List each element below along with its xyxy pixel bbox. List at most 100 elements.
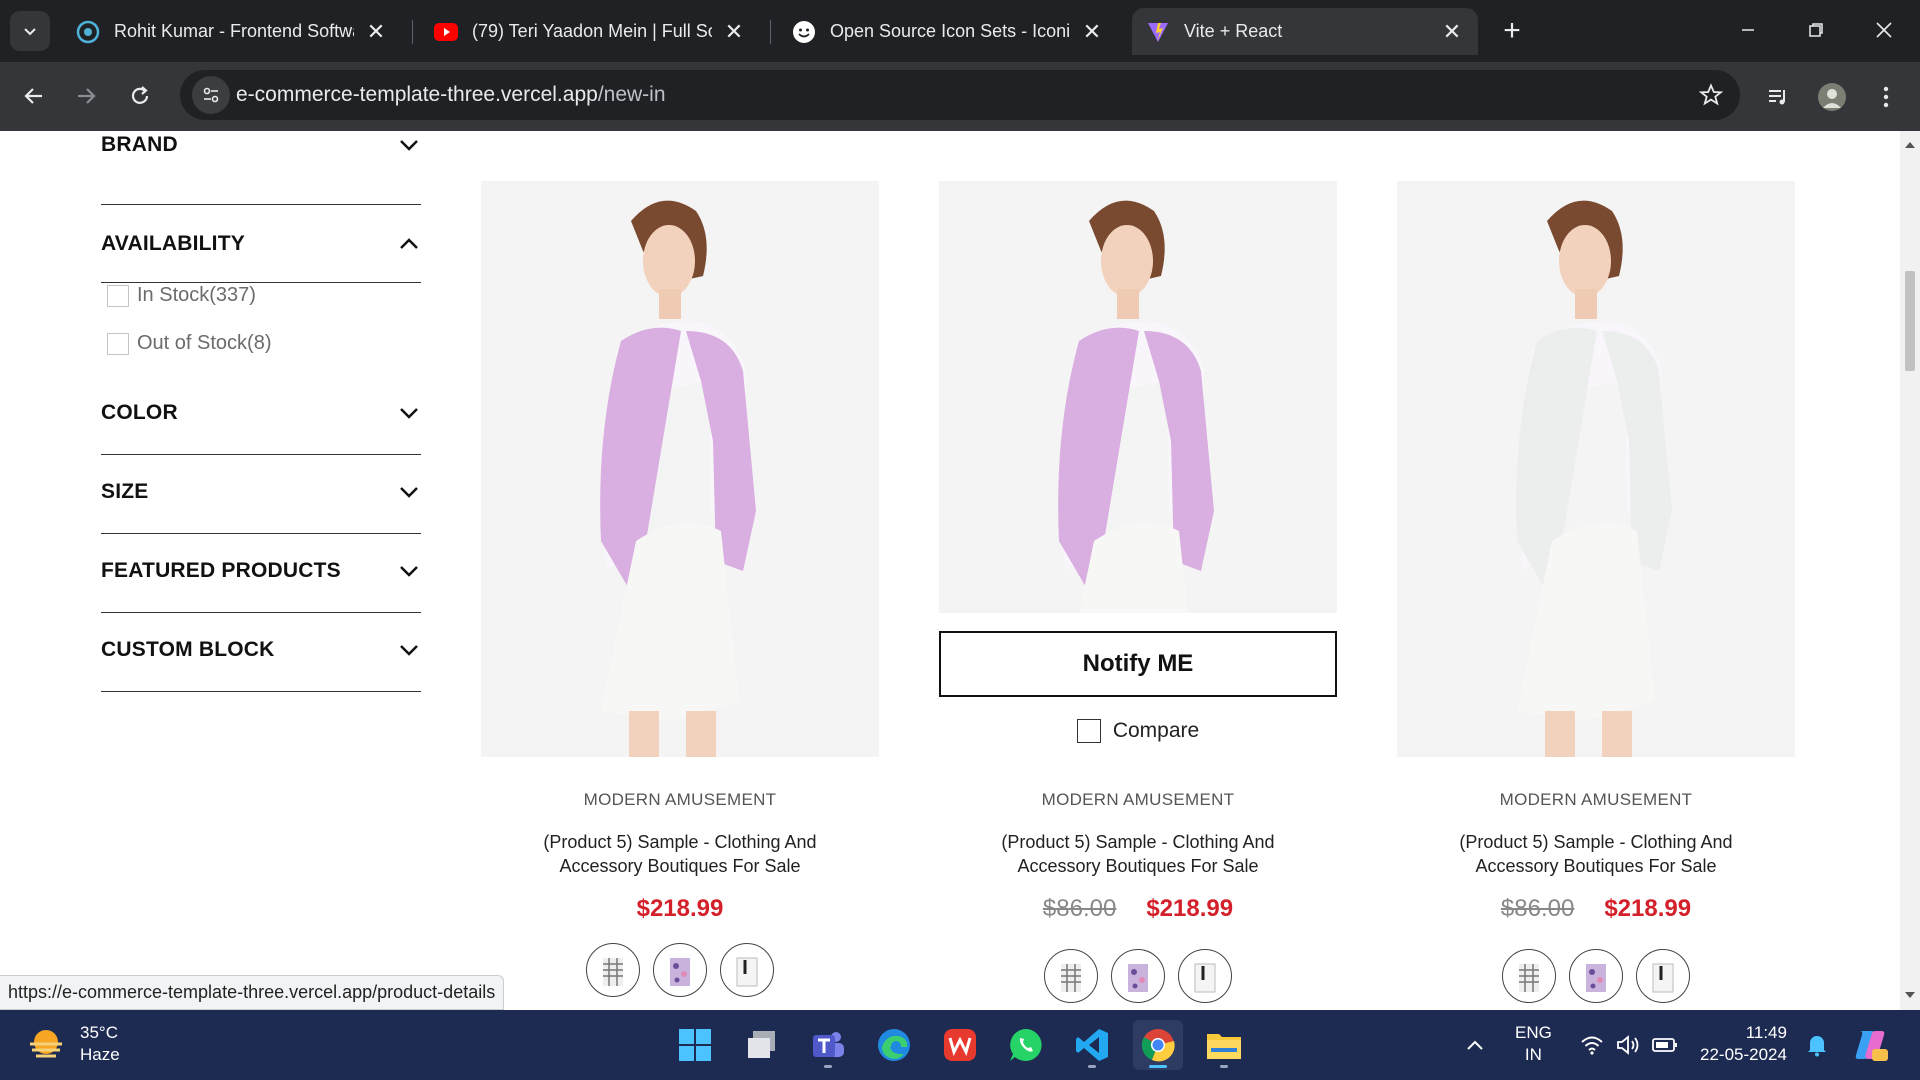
task-view-button[interactable] bbox=[737, 1020, 787, 1070]
filter-availability[interactable]: AVAILABILITY bbox=[101, 204, 421, 283]
forward-button[interactable] bbox=[66, 76, 106, 116]
in-stock-checkbox[interactable]: In Stock(337) bbox=[107, 284, 256, 307]
swatch-checked[interactable] bbox=[1502, 949, 1556, 1003]
reload-button[interactable] bbox=[120, 76, 160, 116]
scroll-up-icon[interactable] bbox=[1904, 139, 1916, 151]
close-window-button[interactable] bbox=[1856, 8, 1912, 52]
weather-condition: Haze bbox=[80, 1045, 120, 1064]
notify-me-button[interactable]: Notify ME bbox=[939, 631, 1337, 697]
teams-app[interactable] bbox=[803, 1020, 853, 1070]
show-hidden-icons[interactable] bbox=[1466, 1010, 1484, 1080]
temperature: 35°C bbox=[80, 1023, 118, 1042]
close-tab-icon[interactable]: ✕ bbox=[1440, 19, 1464, 44]
filter-size[interactable]: SIZE bbox=[101, 455, 421, 534]
arrow-left-icon bbox=[24, 88, 42, 104]
tab-title: Open Source Icon Sets - Iconify bbox=[830, 21, 1070, 41]
chevron-down-icon[interactable] bbox=[397, 638, 421, 662]
swatch-floral[interactable] bbox=[653, 943, 707, 997]
product-name-line1[interactable]: (Product 5) Sample - Clothing And bbox=[939, 830, 1337, 854]
scroll-down-icon[interactable] bbox=[1904, 989, 1916, 1001]
filter-custom-block[interactable]: CUSTOM BLOCK bbox=[101, 613, 421, 692]
bookmark-star-icon[interactable] bbox=[1696, 80, 1726, 110]
tab-iconify[interactable]: Open Source Icon Sets - Iconify ✕ bbox=[778, 8, 1118, 55]
out-of-stock-checkbox[interactable]: Out of Stock(8) bbox=[107, 332, 272, 355]
close-tab-icon[interactable]: ✕ bbox=[1080, 19, 1104, 44]
wifi-icon[interactable] bbox=[1580, 1010, 1604, 1080]
tab-search-button[interactable] bbox=[10, 11, 50, 51]
minimize-button[interactable] bbox=[1720, 8, 1776, 52]
clock-time: 11:49 bbox=[1745, 1023, 1787, 1042]
product-brand[interactable]: MODERN AMUSEMENT bbox=[939, 790, 1337, 810]
system-clock[interactable]: 11:49 22-05-2024 bbox=[1700, 1022, 1787, 1066]
chevron-down-icon[interactable] bbox=[397, 401, 421, 425]
checkbox[interactable] bbox=[107, 284, 129, 307]
chevron-down-icon[interactable] bbox=[397, 133, 421, 157]
filter-featured-label: FEATURED PRODUCTS bbox=[101, 559, 341, 582]
filter-featured-products[interactable]: FEATURED PRODUCTS bbox=[101, 534, 421, 613]
product-image[interactable] bbox=[481, 181, 879, 757]
swatch-white[interactable] bbox=[1178, 949, 1232, 1003]
swatch-white[interactable] bbox=[1636, 949, 1690, 1003]
windows-logo-icon bbox=[679, 1029, 711, 1061]
edge-app[interactable] bbox=[869, 1020, 919, 1070]
page-scrollbar[interactable] bbox=[1900, 131, 1920, 1010]
restore-button[interactable] bbox=[1788, 8, 1844, 52]
chrome-app[interactable] bbox=[1133, 1020, 1183, 1070]
product-name-line1[interactable]: (Product 5) Sample - Clothing And bbox=[1397, 830, 1795, 854]
profile-avatar[interactable] bbox=[1814, 79, 1850, 115]
copilot-icon[interactable] bbox=[1852, 1010, 1888, 1080]
notification-bell-icon[interactable] bbox=[1806, 1010, 1828, 1080]
back-button[interactable] bbox=[14, 76, 54, 116]
file-explorer-app[interactable] bbox=[1199, 1020, 1249, 1070]
vscode-app[interactable] bbox=[1067, 1020, 1117, 1070]
whatsapp-app[interactable] bbox=[1001, 1020, 1051, 1070]
swatch-floral[interactable] bbox=[1569, 949, 1623, 1003]
more-menu-icon[interactable] bbox=[1868, 79, 1904, 115]
url-path: /new-in bbox=[597, 83, 666, 106]
tab-vite-react[interactable]: Vite + React ✕ bbox=[1132, 8, 1478, 55]
product-name-line2[interactable]: Accessory Boutiques For Sale bbox=[481, 854, 879, 878]
product-brand[interactable]: MODERN AMUSEMENT bbox=[1397, 790, 1795, 810]
swatch-white[interactable] bbox=[720, 943, 774, 997]
compare-checkbox[interactable]: Compare bbox=[939, 719, 1337, 743]
tab-youtube[interactable]: (79) Teri Yaadon Mein | Full Song ✕ bbox=[420, 8, 760, 55]
filter-color[interactable]: COLOR bbox=[101, 371, 421, 455]
edge-icon bbox=[878, 1029, 910, 1061]
filter-brand[interactable]: BRAND bbox=[101, 131, 421, 205]
battery-icon[interactable] bbox=[1652, 1010, 1678, 1080]
media-control-icon[interactable] bbox=[1760, 79, 1796, 115]
address-bar[interactable]: e-commerce-template-three.vercel.app/new… bbox=[180, 70, 1740, 120]
checkbox[interactable] bbox=[1076, 719, 1101, 743]
swatch-floral[interactable] bbox=[1111, 949, 1165, 1003]
input-language[interactable]: ENG IN bbox=[1515, 1022, 1552, 1066]
product-image[interactable] bbox=[939, 181, 1337, 613]
link-preview-status: https://e-commerce-template-three.vercel… bbox=[0, 975, 505, 1010]
product-name-line2[interactable]: Accessory Boutiques For Sale bbox=[1397, 854, 1795, 878]
volume-icon[interactable] bbox=[1616, 1010, 1642, 1080]
product-swatches bbox=[1397, 949, 1795, 1003]
close-tab-icon[interactable]: ✕ bbox=[722, 19, 746, 44]
product-name-line1[interactable]: (Product 5) Sample - Clothing And bbox=[481, 830, 879, 854]
chevron-up-icon[interactable] bbox=[397, 232, 421, 256]
close-tab-icon[interactable]: ✕ bbox=[364, 19, 388, 44]
swatch-checked[interactable] bbox=[586, 943, 640, 997]
scroll-thumb[interactable] bbox=[1905, 271, 1915, 371]
chevron-down-icon[interactable] bbox=[397, 480, 421, 504]
restore-icon bbox=[1809, 23, 1823, 37]
product-image[interactable] bbox=[1397, 181, 1795, 757]
chevron-down-icon[interactable] bbox=[397, 559, 421, 583]
sale-price: $218.99 bbox=[1146, 895, 1234, 922]
product-price: $218.99 bbox=[481, 895, 879, 923]
start-button[interactable] bbox=[670, 1020, 720, 1070]
wps-office-app[interactable] bbox=[935, 1020, 985, 1070]
weather-widget[interactable]: 35°C Haze bbox=[26, 1022, 120, 1066]
tab-rohit[interactable]: Rohit Kumar - Frontend Software ✕ bbox=[62, 8, 402, 55]
product-name-line2[interactable]: Accessory Boutiques For Sale bbox=[939, 854, 1337, 878]
product-brand[interactable]: MODERN AMUSEMENT bbox=[481, 790, 879, 810]
swatch-checked[interactable] bbox=[1044, 949, 1098, 1003]
tab-title: Rohit Kumar - Frontend Software bbox=[114, 21, 354, 41]
new-tab-button[interactable]: + bbox=[1495, 14, 1529, 48]
haze-sun-icon bbox=[30, 1030, 62, 1058]
checkbox[interactable] bbox=[107, 332, 129, 355]
site-settings-icon[interactable] bbox=[192, 76, 230, 114]
